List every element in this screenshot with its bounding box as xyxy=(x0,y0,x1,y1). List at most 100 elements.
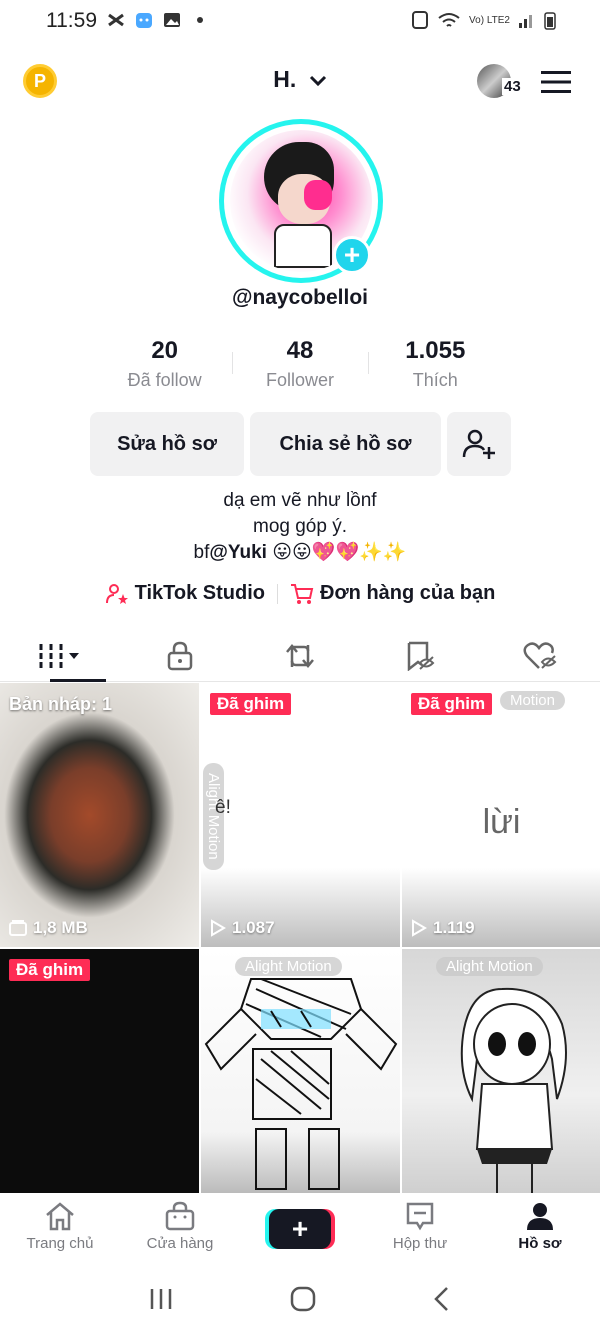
video-thumbnail-draft[interactable]: Bản nháp: 1 1,8 MB xyxy=(0,683,199,947)
pinned-badge: Đã ghim xyxy=(9,959,91,981)
video-thumbnail[interactable]: Đã ghim xyxy=(0,949,199,1193)
pinned-badge: Đã ghim xyxy=(210,693,292,715)
pinned-badge: Đã ghim xyxy=(411,693,493,715)
stat-following[interactable]: 20 Đã follow xyxy=(97,336,232,396)
watermark: Motion xyxy=(499,691,565,710)
stat-label: Đã follow xyxy=(127,370,202,390)
network-label: Vo) LTE2 xyxy=(469,14,510,26)
orders-label: Đơn hàng của bạn xyxy=(320,582,496,604)
home-icon xyxy=(46,1202,74,1231)
video-thumbnail[interactable]: Đã ghim Alight Motion ê! 1.087 xyxy=(201,683,400,947)
content-tabs xyxy=(0,630,600,682)
lock-icon xyxy=(167,641,193,670)
link-divider xyxy=(277,583,279,604)
orders-link[interactable]: Đơn hàng của bạn xyxy=(290,582,495,605)
nav-home[interactable]: Trang chủ xyxy=(0,1193,120,1265)
profile-handle: @naycobelloi xyxy=(231,286,368,309)
studio-label: TikTok Studio xyxy=(134,582,266,604)
inbox-icon xyxy=(406,1202,434,1231)
stat-value: 20 xyxy=(151,337,179,364)
nav-label: Cửa hàng xyxy=(146,1235,214,1252)
add-friend-button[interactable] xyxy=(447,412,511,476)
bio-line-2: mog góp ý. xyxy=(253,516,347,537)
profile-bio: dạ em vẽ như lồnf mog góp ý. bf@Yuki 😛😛💖… xyxy=(0,488,600,566)
grid-videos-icon xyxy=(39,643,79,668)
header-username: H. xyxy=(273,66,297,92)
dot-icon xyxy=(197,17,203,23)
gallery-icon xyxy=(164,13,180,27)
profile-icon xyxy=(527,1203,553,1230)
stat-label: Follower xyxy=(265,370,334,390)
tiktok-studio-link[interactable]: TikTok Studio xyxy=(105,582,265,605)
bio-line-3: bf@Yuki 😛😛💖💖✨✨ xyxy=(0,540,600,566)
tab-liked[interactable] xyxy=(480,630,600,681)
profile-header: P H. 43 xyxy=(0,58,600,106)
stat-likes[interactable]: 1.055 Thích xyxy=(367,336,503,396)
status-system-icons: Vo) LTE2 xyxy=(411,10,556,30)
nav-label: Hộp thư xyxy=(392,1235,448,1252)
profile-links: TikTok Studio Đơn hàng của bạn xyxy=(0,582,600,605)
bio-mention-link[interactable]: @Yuki xyxy=(209,542,267,563)
friend-count: 43 xyxy=(502,78,523,95)
studio-icon xyxy=(105,583,128,604)
video-thumbnail[interactable]: Đã ghim Motion lừi 1.119 xyxy=(402,683,600,947)
signal-icon xyxy=(519,15,532,28)
tab-favorites[interactable] xyxy=(360,630,480,681)
bio-emoji: 😛😛💖💖✨✨ xyxy=(266,542,407,563)
tab-reposts[interactable] xyxy=(240,630,360,681)
shop-icon xyxy=(165,1201,195,1231)
sketch-drawing xyxy=(204,978,398,1190)
repost-icon xyxy=(286,643,314,668)
status-time: 11:59 xyxy=(46,9,97,32)
status-notification-icons xyxy=(106,10,210,30)
chevron-down-icon xyxy=(309,75,326,87)
nav-inbox[interactable]: Hộp thư xyxy=(360,1193,480,1265)
wifi-icon xyxy=(438,13,460,27)
bio-line-1: dạ em vẽ như lồnf xyxy=(223,490,377,511)
recycle-icon xyxy=(412,11,429,29)
add-story-plus-icon[interactable]: + xyxy=(333,236,371,274)
nav-label: Trang chủ xyxy=(26,1235,94,1252)
nav-shop[interactable]: Cửa hàng xyxy=(120,1193,240,1265)
video-meta: 1.119 xyxy=(411,918,475,938)
profile-actions: Sửa hồ sơ Chia sẻ hồ sơ xyxy=(90,412,511,476)
capcut-icon xyxy=(108,13,124,27)
stat-value: 1.055 xyxy=(405,337,466,364)
folder-icon xyxy=(9,920,27,936)
bottom-navigation: Trang chủ Cửa hàng + Hộp thư Hồ sơ xyxy=(0,1193,600,1265)
system-navigation-bar xyxy=(0,1265,600,1333)
video-meta: 1,8 MB xyxy=(9,918,88,938)
nav-profile[interactable]: Hồ sơ xyxy=(480,1193,600,1265)
video-thumbnail[interactable]: Alight Motion xyxy=(201,949,400,1193)
bio-prefix: bf xyxy=(193,542,210,563)
share-profile-button[interactable]: Chia sẻ hồ sơ xyxy=(250,412,441,476)
view-count: 1.087 xyxy=(232,918,275,937)
profile-stats: 20 Đã follow 48 Follower 1.055 Thích xyxy=(97,336,503,396)
battery-icon xyxy=(544,12,556,30)
edit-profile-button[interactable]: Sửa hồ sơ xyxy=(90,412,244,476)
video-meta: 1.087 xyxy=(210,918,275,938)
status-bar: 11:59 Vo) LTE2 xyxy=(0,0,600,44)
stat-label: Thích xyxy=(412,370,458,390)
stat-value: 48 xyxy=(286,337,314,364)
cat-app-icon xyxy=(136,13,152,28)
heart-hidden-icon xyxy=(523,641,557,669)
stat-followers[interactable]: 48 Follower xyxy=(232,336,367,396)
home-button-icon[interactable] xyxy=(290,1286,316,1312)
view-count: 1.119 xyxy=(433,918,475,937)
video-thumbnail[interactable]: Alight Motion xyxy=(402,949,600,1193)
draft-label: Bản nháp: 1 xyxy=(9,694,113,714)
cart-icon xyxy=(291,583,314,604)
tab-videos[interactable] xyxy=(0,630,120,682)
back-icon[interactable] xyxy=(432,1286,452,1312)
video-grid: Bản nháp: 1 1,8 MB Đã ghim Alight Motion… xyxy=(0,683,600,1193)
nav-create[interactable]: + xyxy=(240,1193,360,1265)
tab-private[interactable] xyxy=(120,630,240,681)
recent-apps-icon[interactable] xyxy=(148,1287,174,1311)
menu-icon[interactable] xyxy=(541,70,571,94)
nav-label: Hồ sơ xyxy=(518,1235,562,1252)
create-icon: + xyxy=(269,1209,331,1249)
add-user-icon xyxy=(462,429,495,459)
character-drawing xyxy=(460,987,567,1193)
play-icon xyxy=(211,919,226,937)
